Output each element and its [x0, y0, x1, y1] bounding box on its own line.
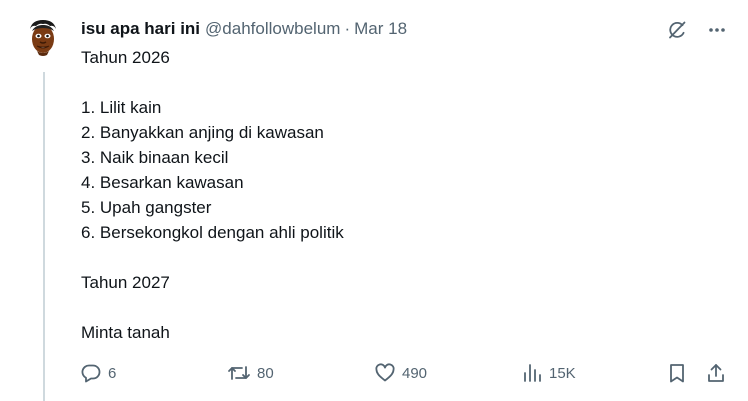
- reply-count: 6: [108, 364, 117, 382]
- bookmark-button[interactable]: [666, 360, 688, 386]
- text-line: 2. Banyakkan anjing di kawasan: [81, 123, 324, 142]
- grok-icon[interactable]: [664, 17, 690, 43]
- text-line: 1. Lilit kain: [81, 98, 162, 117]
- views-icon: [524, 364, 541, 382]
- share-icon: [708, 364, 724, 382]
- share-button[interactable]: [705, 360, 727, 386]
- repost-button[interactable]: 80: [227, 360, 274, 386]
- thread-line: [43, 72, 45, 401]
- text-line: Minta tanah: [81, 323, 170, 342]
- text-line: Tahun 2026: [81, 48, 170, 67]
- text-line: [81, 295, 701, 320]
- avatar[interactable]: [23, 17, 63, 57]
- text-line: 6. Bersekongkol dengan ahli politik: [81, 223, 344, 242]
- avatar-face-icon: [30, 20, 56, 56]
- text-line: 5. Upah gangster: [81, 198, 212, 217]
- header-actions: [664, 17, 730, 43]
- handle[interactable]: @dahfollowbelum: [205, 19, 340, 39]
- text-line: [81, 245, 701, 270]
- more-icon[interactable]: [704, 17, 730, 43]
- separator-dot: ·: [344, 19, 351, 38]
- action-bar: 6 80 490 15K: [78, 360, 733, 386]
- like-count: 490: [402, 364, 428, 382]
- text-line: 3. Naik binaan kecil: [81, 148, 229, 167]
- tweet-header: isu apa hari ini @dahfollowbelum · Mar 1…: [81, 17, 728, 41]
- tweet[interactable]: isu apa hari ini @dahfollowbelum · Mar 1…: [0, 0, 748, 401]
- tweet-text: Tahun 2026 1. Lilit kain 2. Banyakkan an…: [81, 45, 701, 345]
- repost-icon: [228, 366, 250, 380]
- repost-count: 80: [257, 364, 274, 382]
- view-count: 15K: [549, 364, 576, 382]
- text-line: Tahun 2027: [81, 273, 170, 292]
- views-button[interactable]: 15K: [521, 360, 576, 386]
- text-line: 4. Besarkan kawasan: [81, 173, 244, 192]
- like-icon: [375, 363, 395, 382]
- like-button[interactable]: 490: [374, 360, 427, 386]
- post-date[interactable]: Mar 18: [354, 19, 407, 39]
- display-name[interactable]: isu apa hari ini: [81, 19, 200, 39]
- bookmark-icon: [670, 364, 684, 383]
- reply-icon: [81, 364, 101, 383]
- reply-button[interactable]: 6: [80, 360, 116, 386]
- text-line: [81, 70, 701, 95]
